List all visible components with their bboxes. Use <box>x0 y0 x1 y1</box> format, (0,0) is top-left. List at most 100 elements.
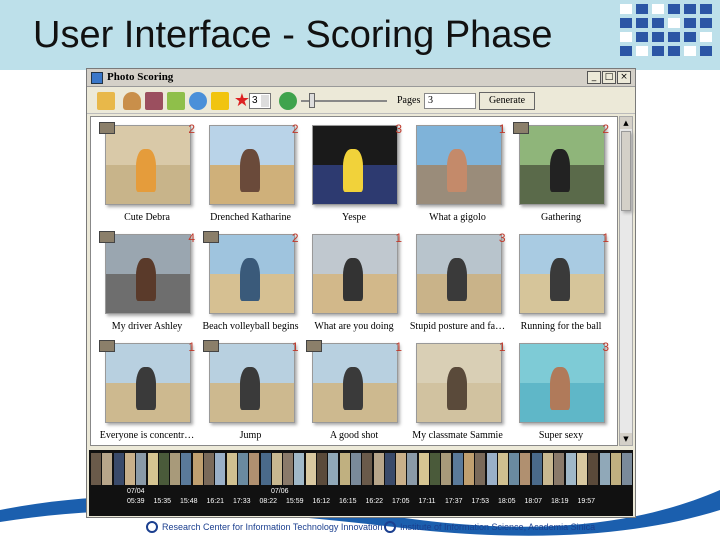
timeline-frame[interactable] <box>181 453 192 485</box>
photo-thumbnail[interactable] <box>312 234 398 314</box>
timeline-frame[interactable] <box>576 453 587 485</box>
timeline-frame[interactable] <box>113 453 124 485</box>
timeline-frame[interactable] <box>610 453 621 485</box>
timeline-frame[interactable] <box>204 453 214 485</box>
timeline-frame[interactable] <box>531 453 542 485</box>
scroll-thumb[interactable] <box>621 131 631 211</box>
timeline-frame[interactable] <box>91 453 101 485</box>
photo-thumbnail[interactable] <box>312 125 398 205</box>
timeline-frame[interactable] <box>452 453 463 485</box>
timeline-frame[interactable] <box>622 453 633 485</box>
timeline-frame[interactable] <box>430 453 440 485</box>
timeline-frame[interactable] <box>317 453 327 485</box>
photo-thumbnail[interactable] <box>105 125 191 205</box>
timeline-frame[interactable] <box>384 453 395 485</box>
refresh-icon[interactable] <box>189 92 207 110</box>
timeline-frame[interactable] <box>283 453 294 485</box>
close-button[interactable]: × <box>617 71 631 84</box>
photo-tile[interactable]: 1 What a gigolo <box>406 120 510 228</box>
score-filter-dropdown[interactable]: 3 <box>249 93 271 109</box>
scroll-up-icon[interactable]: ▲ <box>620 117 632 129</box>
timeline-frame[interactable] <box>136 453 147 485</box>
timeline-frame[interactable] <box>362 453 373 485</box>
photo-tile[interactable]: 3 Super sexy <box>509 338 613 446</box>
photo-thumbnail[interactable] <box>519 343 605 423</box>
timeline-frame[interactable] <box>497 453 508 485</box>
pages-input[interactable]: 3 <box>424 93 476 109</box>
zoom-slider-handle[interactable] <box>309 93 315 108</box>
logo-block <box>684 46 696 56</box>
timeline-frame[interactable] <box>102 453 113 485</box>
green-arrow-icon[interactable] <box>279 92 297 110</box>
timeline-frame[interactable] <box>373 453 384 485</box>
timeline-frame[interactable] <box>407 453 418 485</box>
photo-tile[interactable]: 1 A good shot <box>302 338 406 446</box>
timeline-frame[interactable] <box>237 453 248 485</box>
photo-tile[interactable]: 1 Running for the ball <box>509 229 613 337</box>
photo-thumbnail[interactable] <box>208 234 295 314</box>
timeline-frame[interactable] <box>339 453 350 485</box>
photo-tile[interactable]: 2 Beach volleyball begins <box>199 229 303 337</box>
photo-tile[interactable]: 4 My driver Ashley <box>95 229 199 337</box>
timeline-frame[interactable] <box>486 453 497 485</box>
photo-tile[interactable]: 3 Stupid posture and fa… <box>406 229 510 337</box>
timeline-frame[interactable] <box>441 453 452 485</box>
photo-thumbnail[interactable] <box>415 234 502 314</box>
group-icon[interactable] <box>145 92 163 110</box>
timeline-frame[interactable] <box>554 453 565 485</box>
lightning-icon[interactable] <box>211 92 229 110</box>
photo-tile[interactable]: 1 My classmate Sammie <box>406 338 510 446</box>
timeline-frame[interactable] <box>350 453 361 485</box>
timeline-frame[interactable] <box>192 453 203 485</box>
timeline-filmstrip[interactable]: 07/04 07/06 05:39 15:35 15:48 16:21 17:33 08:… <box>89 450 633 516</box>
scroll-down-icon[interactable]: ▼ <box>620 433 632 445</box>
timeline-frame[interactable] <box>475 453 486 485</box>
timeline-frame[interactable] <box>463 453 474 485</box>
photo-tile[interactable]: 1 Jump <box>199 338 303 446</box>
window-titlebar[interactable]: Photo Scoring _ □ × <box>87 69 635 87</box>
timeline-frame[interactable] <box>520 453 531 485</box>
timeline-frame[interactable] <box>294 453 305 485</box>
photo-thumbnail[interactable] <box>415 125 502 205</box>
photo-tile[interactable]: 2 Cute Debra <box>95 120 199 228</box>
timeline-frame[interactable] <box>147 453 158 485</box>
photo-thumbnail[interactable] <box>519 234 605 314</box>
generate-button[interactable]: Generate <box>479 92 535 110</box>
timeline-frame[interactable] <box>305 453 316 485</box>
timeline-frame[interactable] <box>418 453 429 485</box>
photo-thumbnail[interactable] <box>208 125 295 205</box>
timeline-frame[interactable] <box>396 453 407 485</box>
timeline-frame[interactable] <box>588 453 599 485</box>
vertical-scrollbar[interactable]: ▲ ▼ <box>619 116 633 446</box>
photo-thumbnail[interactable] <box>105 343 191 423</box>
timeline-frame[interactable] <box>215 453 226 485</box>
timeline-frame[interactable] <box>260 453 271 485</box>
photo-tile[interactable]: 1 Everyone is concentr… <box>95 338 199 446</box>
timeline-frame[interactable] <box>158 453 169 485</box>
timeline-frame[interactable] <box>328 453 339 485</box>
timeline-frame[interactable] <box>565 453 576 485</box>
timeline-frame[interactable] <box>271 453 282 485</box>
timeline-frame[interactable] <box>509 453 520 485</box>
timeline-frame[interactable] <box>599 453 610 485</box>
photo-tile[interactable]: 1 What are you doing <box>302 229 406 337</box>
maximize-button[interactable]: □ <box>602 71 616 84</box>
minimize-button[interactable]: _ <box>587 71 601 84</box>
photo-tile[interactable]: 2 Drenched Katharine <box>199 120 303 228</box>
timeline-frame[interactable] <box>249 453 260 485</box>
timeline-time-label: 16:15 <box>339 498 357 505</box>
photo-thumbnail[interactable] <box>415 343 502 423</box>
folder-open-icon[interactable] <box>97 92 115 110</box>
photo-tile[interactable]: 3 Yespe <box>302 120 406 228</box>
photo-thumbnail[interactable] <box>519 125 605 205</box>
timeline-frame[interactable] <box>124 453 135 485</box>
folder-icon[interactable] <box>167 92 185 110</box>
photo-tile[interactable]: 2 Gathering <box>509 120 613 228</box>
photo-thumbnail[interactable] <box>208 343 295 423</box>
photo-thumbnail[interactable] <box>312 343 398 423</box>
timeline-frame[interactable] <box>226 453 237 485</box>
timeline-frame[interactable] <box>170 453 181 485</box>
photo-thumbnail[interactable] <box>105 234 191 314</box>
timeline-frame[interactable] <box>543 453 553 485</box>
person-icon[interactable] <box>123 92 141 110</box>
